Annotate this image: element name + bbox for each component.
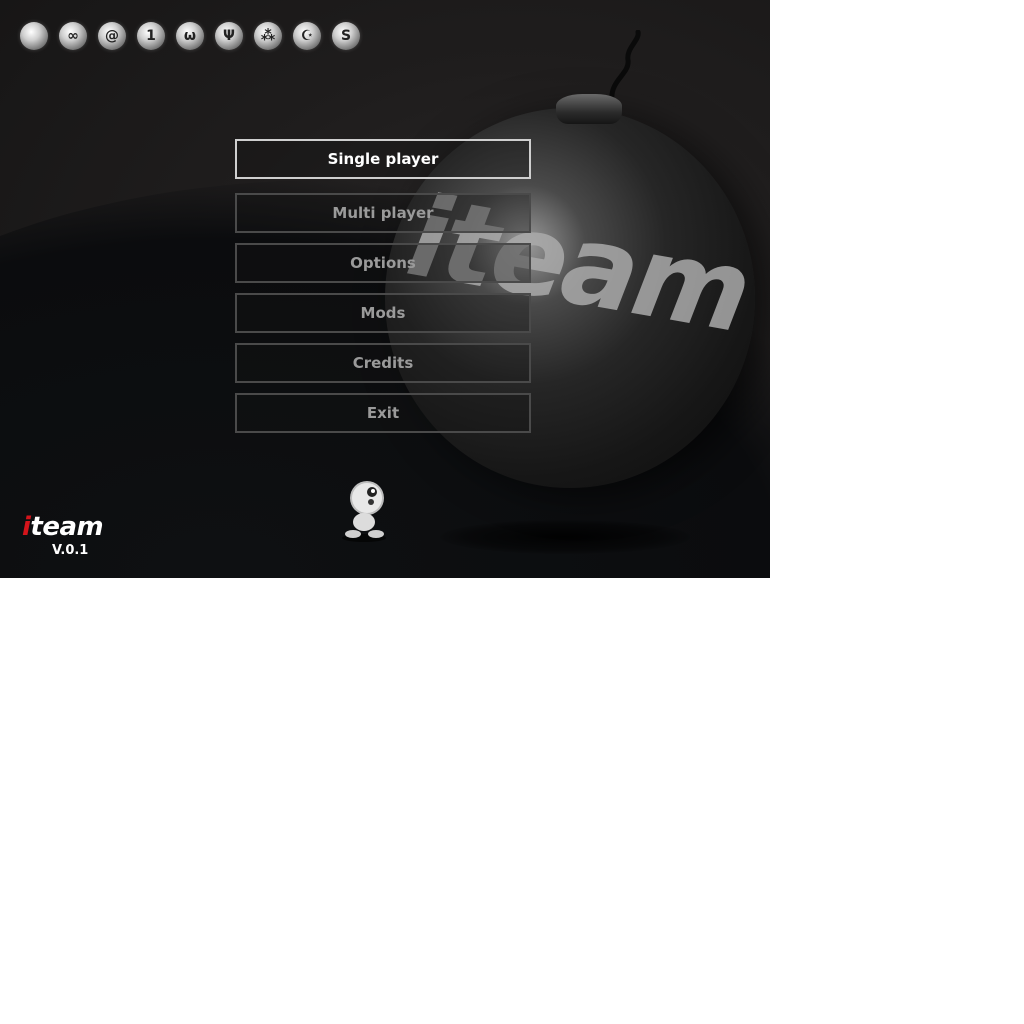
crescent-swirl-icon[interactable] [20,22,48,50]
triple-dots-icon[interactable]: ⁂ [254,22,282,50]
single-player-button[interactable]: Single player [235,139,531,179]
game-screen: iteam ∞ @ 1 ω Ψ ⁂ ☪ S Single player Mult… [0,0,770,578]
logo-text: team [30,512,104,542]
mods-button[interactable]: Mods [235,293,531,333]
mustache-icon[interactable]: ω [176,22,204,50]
multi-player-button[interactable]: Multi player [235,193,531,233]
bomb-shadow [440,520,690,554]
infinity-icon[interactable]: ∞ [59,22,87,50]
options-button[interactable]: Options [235,243,531,283]
spiral-icon[interactable]: @ [98,22,126,50]
credits-button[interactable]: Credits [235,343,531,383]
mascot-character [342,481,386,542]
iteam-logo: iteam [22,512,104,542]
trident-icon[interactable]: Ψ [215,22,243,50]
number-one-icon[interactable]: 1 [137,22,165,50]
version-label: V.0.1 [52,543,89,558]
bomb-cap [556,94,622,124]
crescent-star-icon[interactable]: ☪ [293,22,321,50]
exit-button[interactable]: Exit [235,393,531,433]
letter-s-icon[interactable]: S [332,22,360,50]
top-icon-bar: ∞ @ 1 ω Ψ ⁂ ☪ S [20,22,371,50]
bomb-fuse [609,30,641,102]
